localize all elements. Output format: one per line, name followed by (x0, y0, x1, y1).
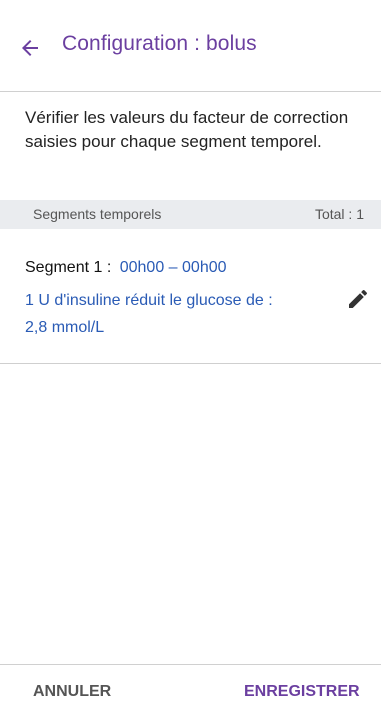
back-arrow-icon[interactable] (18, 36, 42, 60)
segments-label: Segments temporels (33, 206, 162, 222)
segment-time-range: 00h00 – 00h00 (119, 259, 227, 276)
segment-value: 2,8 mmol/L (25, 319, 105, 336)
segment-item: Segment 1 : 00h00 – 00h00 1 U d'insuline… (0, 229, 381, 364)
intro-text: Vérifier les valeurs du facteur de corre… (25, 108, 349, 151)
page-title: Configuration : bolus (62, 32, 257, 55)
segment-name: Segment 1 : (25, 259, 112, 276)
save-button[interactable]: ENREGISTRER (244, 683, 360, 701)
segment-title: Segment 1 : 00h00 – 00h00 (25, 259, 227, 277)
segments-header-bar: Segments temporels Total : 1 (0, 200, 381, 229)
footer-divider (0, 664, 381, 665)
segment-description: 1 U d'insuline réduit le glucose de : (25, 292, 273, 309)
pencil-icon[interactable] (346, 287, 370, 311)
segments-total: Total : 1 (314, 206, 364, 222)
header: Configuration : bolus (0, 0, 381, 92)
cancel-button[interactable]: ANNULER (33, 683, 111, 701)
